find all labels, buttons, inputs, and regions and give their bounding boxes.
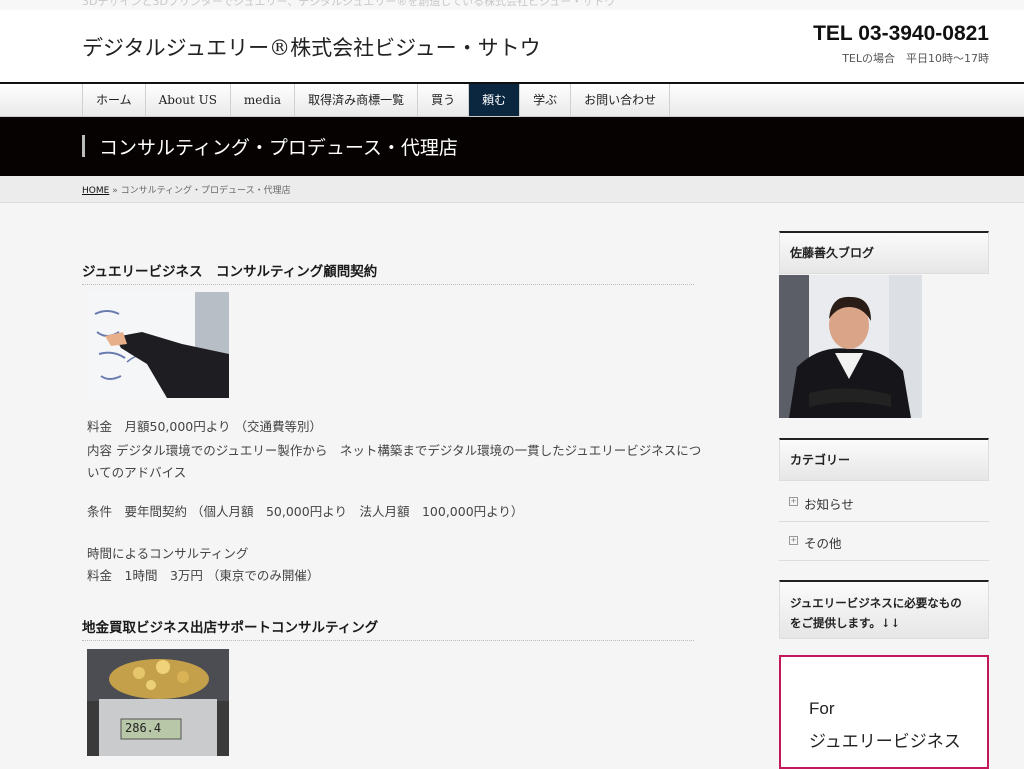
nav-item-buy[interactable]: 買う bbox=[418, 84, 470, 116]
nav-item-media[interactable]: media bbox=[231, 84, 296, 116]
category-label[interactable]: お知らせ bbox=[804, 494, 854, 513]
promo-banner-line2: ジュエリービジネス bbox=[809, 732, 961, 752]
category-label[interactable]: その他 bbox=[804, 533, 842, 552]
banner-accent-bar bbox=[82, 135, 85, 157]
category-item-news[interactable]: + お知らせ bbox=[779, 483, 989, 522]
blog-widget-title[interactable]: 佐藤善久ブログ bbox=[779, 231, 989, 274]
phone-number: TEL 03-3940-0821 bbox=[813, 22, 989, 45]
breadcrumb: HOME » コンサルティング・プロデュース・代理店 bbox=[0, 176, 1024, 203]
category-widget-title: カテゴリー bbox=[779, 438, 989, 481]
page-banner: コンサルティング・プロデュース・代理店 bbox=[0, 117, 1024, 176]
blogger-portrait-photo[interactable] bbox=[779, 275, 922, 418]
consulting-conditions: 条件 要年間契約 （個人月額 50,000円より 法人月額 100,000円より… bbox=[87, 504, 524, 519]
section-heading-consulting: ジュエリービジネス コンサルティング顧問契約 bbox=[82, 260, 694, 285]
promo-widget-title: ジュエリービジネスに必要なもの をご提供します。↓↓ bbox=[779, 580, 989, 639]
site-header: デジタルジュエリー®株式会社ビジュー・サトウ TEL 03-3940-0821 … bbox=[0, 10, 1024, 84]
scale-display-reading: 286.4 bbox=[125, 721, 162, 735]
consulting-content-line2: いてのアドバイス bbox=[87, 465, 187, 480]
main-content: ジュエリービジネス コンサルティング顧問契約 料金 月額50,000円より （交… bbox=[82, 202, 701, 756]
promo-heading-line2: をご提供します。↓↓ bbox=[790, 616, 901, 630]
hourly-consulting-title: 時間によるコンサルティング bbox=[87, 546, 249, 561]
jewelry-business-promo-banner[interactable]: For ジュエリービジネス bbox=[779, 655, 989, 769]
phone-hours: TELの場合 平日10時〜17時 bbox=[842, 52, 989, 65]
promo-heading-line1: ジュエリービジネスに必要なもの bbox=[790, 596, 962, 610]
nav-item-request[interactable]: 頼む bbox=[469, 84, 521, 116]
main-nav: ホーム About US media 取得済み商標一覧 買う 頼む 学ぶ お問い… bbox=[0, 84, 1024, 117]
scale-with-gold-photo: 286.4 bbox=[87, 649, 229, 756]
site-title-link[interactable]: デジタルジュエリー®株式会社ビジュー・サトウ bbox=[82, 32, 541, 62]
top-tagline-strip: 3Dデザインと3Dプリンターでジュエリー、デジタルジュエリー®を創造している株式… bbox=[0, 0, 1024, 10]
consulting-content-line1: 内容 デジタル環境でのジュエリー製作から ネット構築までデジタル環境の一貫したジ… bbox=[87, 443, 702, 458]
nav-item-about-us[interactable]: About US bbox=[146, 84, 231, 116]
nav-item-home[interactable]: ホーム bbox=[83, 84, 146, 116]
breadcrumb-home-link[interactable]: HOME bbox=[82, 186, 109, 196]
plus-box-icon: + bbox=[789, 497, 798, 506]
promo-banner-line1: For bbox=[809, 699, 835, 718]
breadcrumb-separator: » bbox=[112, 186, 118, 196]
top-tagline: 3Dデザインと3Dプリンターでジュエリー、デジタルジュエリー®を創造している株式… bbox=[82, 0, 616, 8]
nav-item-trademarks[interactable]: 取得済み商標一覧 bbox=[295, 84, 419, 116]
breadcrumb-current: コンサルティング・プロデュース・代理店 bbox=[120, 186, 291, 196]
plus-box-icon: + bbox=[789, 536, 798, 545]
nav-item-learn[interactable]: 学ぶ bbox=[520, 84, 572, 116]
nav-item-contact[interactable]: お問い合わせ bbox=[571, 84, 671, 116]
category-item-other[interactable]: + その他 bbox=[779, 522, 989, 561]
section-heading-gold-buyback: 地金買取ビジネス出店サポートコンサルティング bbox=[82, 616, 694, 641]
whiteboard-photo bbox=[87, 292, 229, 398]
page-title: コンサルティング・プロデュース・代理店 bbox=[99, 137, 458, 159]
hourly-consulting-fee: 料金 1時間 3万円 （東京でのみ開催） bbox=[87, 568, 320, 583]
consulting-fee-text: 料金 月額50,000円より （交通費等別） bbox=[87, 419, 322, 434]
